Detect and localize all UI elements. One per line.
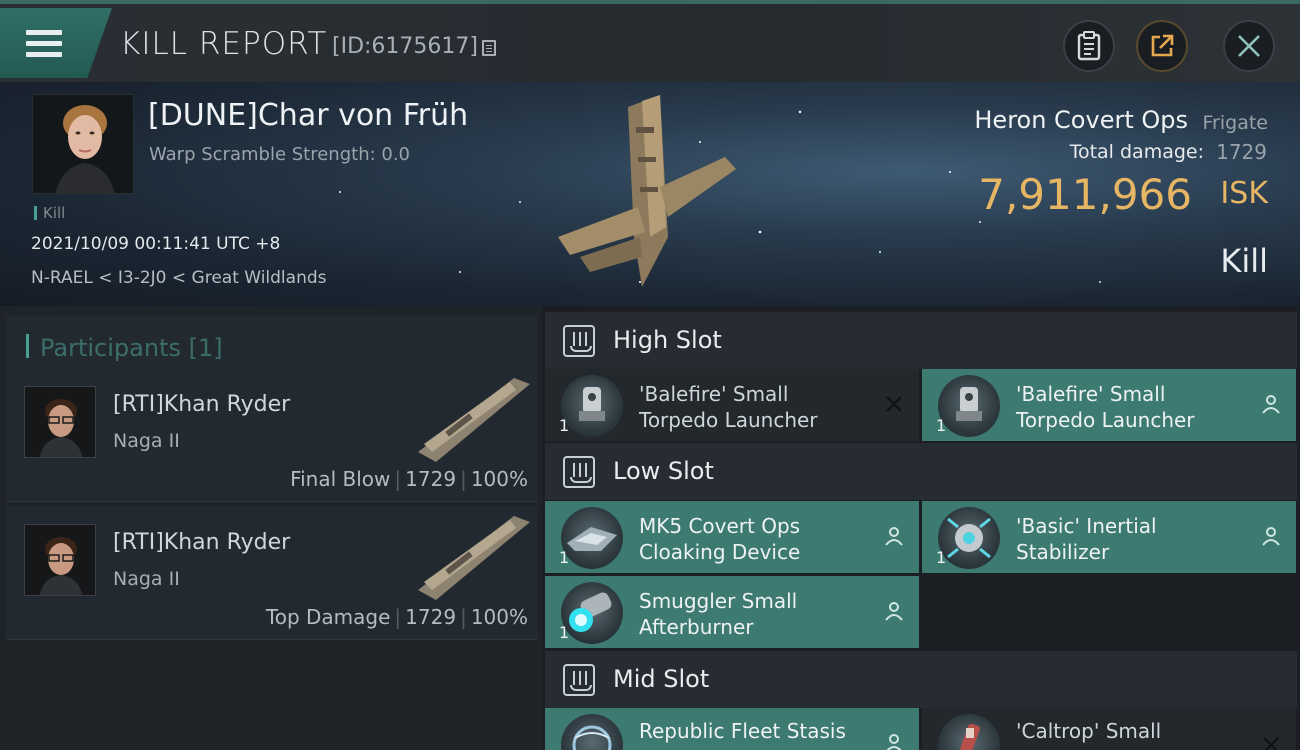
participant-ship: Naga II [113,568,180,590]
destroyed-x-icon [886,396,902,412]
torpedo-launcher-icon [938,375,1000,437]
close-button[interactable] [1223,20,1275,72]
participant-percent: 100% [470,605,528,629]
destroyed-x-icon [1263,737,1279,750]
participant-avatar[interactable] [24,386,96,458]
participant-role: Top Damage [265,605,391,629]
dropped-person-icon [1262,527,1280,546]
victim-avatar[interactable] [32,94,134,194]
high-slot-header: High Slot [545,312,1297,369]
kill-datetime: 2021/10/09 00:11:41 UTC +8 [31,234,281,254]
victim-ship-image[interactable] [550,87,750,302]
module-item[interactable]: 1 'Basic' Inertial Stabilizer [922,501,1296,573]
participant-avatar[interactable] [24,524,96,596]
participant-stats: Top Damage | 1729 | 100% [266,605,528,629]
victim-name[interactable]: [DUNE]Char von Früh [148,98,468,133]
close-icon [1238,35,1260,57]
participant-name[interactable]: [RTI]Khan Ryder [113,530,290,555]
torpedo-launcher-icon [561,375,623,437]
module-quantity: 1 [559,623,570,642]
module-quantity: 1 [559,416,570,435]
module-name: Smuggler Small Afterburner [639,589,798,639]
participant-damage: 1729 [405,605,457,629]
kill-tag: Kill [34,206,65,221]
victim-ship-name[interactable]: Heron Covert Ops [974,106,1188,134]
module-quantity: 1 [936,548,947,567]
mid-slot-icon [563,664,595,696]
module-item[interactable]: 'Caltrop' Small [922,708,1296,750]
mid-slot-title: Mid Slot [613,665,710,693]
top-bar: KILL REPORT [ID:6175617] [0,0,1300,82]
warp-scramble-strength: Warp Scramble Strength: 0.0 [149,144,411,165]
copy-icon[interactable] [482,40,496,56]
module-name: MK5 Covert Ops Cloaking Device [639,514,801,564]
total-damage-label: Total damage: [1069,141,1204,163]
participant-ship: Naga II [113,430,180,452]
low-slot-icon [563,456,595,488]
participant-percent: 100% [470,467,528,491]
kill-result: Kill [1220,242,1268,280]
participant-role: Final Blow [290,467,391,491]
module-item[interactable]: 1 'Balefire' Small Torpedo Launcher [922,369,1296,441]
high-slot-icon [563,325,595,357]
share-icon [1151,34,1174,57]
high-slot-title: High Slot [613,326,722,354]
mid-slot-header: Mid Slot [545,651,1297,708]
victim-ship-class: Frigate [1202,112,1268,134]
isk-value: 7,911,966 [978,170,1192,219]
afterburner-icon [561,582,623,644]
inertial-stabilizer-icon [938,507,1000,569]
module-name: 'Basic' Inertial Stabilizer [1016,514,1157,564]
participants-title: Participants [1] [40,334,223,362]
stats-separator: | [394,605,402,629]
low-slot-header: Low Slot [545,443,1297,500]
module-name: Republic Fleet Stasis [639,719,846,743]
participant-name[interactable]: [RTI]Khan Ryder [113,392,290,417]
stasis-webifier-icon [561,714,623,750]
victim-portrait-image [33,95,133,193]
dropped-person-icon [886,734,902,750]
module-item[interactable]: 1 MK5 Covert Ops Cloaking Device [545,501,919,573]
dropped-person-icon [1262,395,1280,414]
share-button[interactable] [1136,20,1188,72]
participant-ship-image [418,378,530,462]
participant-portrait-image [25,525,95,595]
participant-stats: Final Blow | 1729 | 100% [290,467,528,491]
total-damage-value: 1729 [1216,140,1267,164]
cloaking-device-icon [561,507,623,569]
module-name: 'Balefire' Small Torpedo Launcher [639,382,818,432]
stats-separator: | [394,467,402,491]
participants-panel: Participants [1] [RTI]Khan Ryder Naga II… [0,306,542,750]
participant-portrait-image [25,387,95,457]
module-item[interactable]: 1 Smuggler Small Afterburner [545,576,919,648]
participant-card[interactable]: [RTI]Khan Ryder Naga II Final Blow | 1729 |… [6,368,538,502]
module-quantity: 1 [559,548,570,567]
participant-ship-image [418,516,530,600]
module-item[interactable]: Republic Fleet Stasis [545,708,919,750]
report-id: [ID:6175617] [332,34,478,59]
dropped-person-icon [885,602,903,621]
participants-header: Participants [1] [6,316,538,370]
menu-button[interactable] [0,8,112,78]
participant-card[interactable]: [RTI]Khan Ryder Naga II Top Damage | 1729 |… [6,506,538,640]
clipboard-icon [1077,31,1101,61]
low-slot-title: Low Slot [613,457,714,485]
module-name: 'Caltrop' Small [1016,719,1162,743]
module-quantity: 1 [936,416,947,435]
stats-separator: | [460,467,467,491]
stats-separator: | [460,605,467,629]
caltrop-module-icon [938,714,1000,750]
clipboard-button[interactable] [1063,20,1115,72]
section-accent-bar [26,334,29,358]
page-title: KILL REPORT [120,26,328,62]
isk-unit: ISK [1220,176,1268,211]
kill-location[interactable]: N-RAEL < I3-2J0 < Great Wildlands [31,268,327,288]
hamburger-menu-icon [26,30,62,58]
victim-banner: [DUNE]Char von Früh Warp Scramble Streng… [0,82,1300,306]
dropped-person-icon [885,527,903,546]
module-item[interactable]: 1 'Balefire' Small Torpedo Launcher [545,369,919,441]
module-name: 'Balefire' Small Torpedo Launcher [1016,382,1195,432]
participant-damage: 1729 [405,467,457,491]
